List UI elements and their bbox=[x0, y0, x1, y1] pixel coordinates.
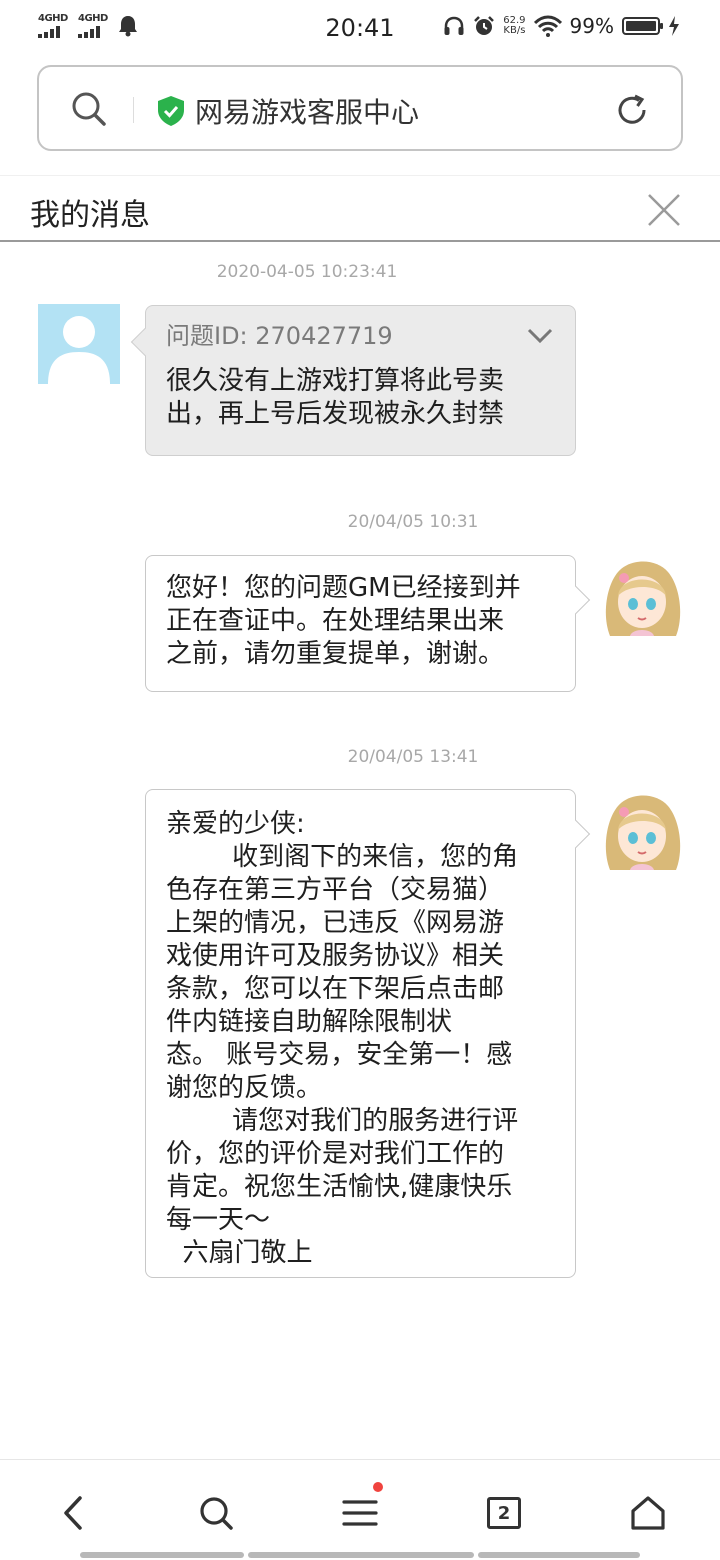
bottom-navigation: 2 bbox=[0, 1459, 720, 1560]
message-line: 价，您的评价是对我们工作的 bbox=[166, 1139, 505, 1169]
search-icon bbox=[200, 1497, 233, 1530]
tabs-button[interactable]: 2 bbox=[479, 1488, 529, 1538]
gm-girl-avatar-icon bbox=[605, 795, 681, 870]
charging-bolt-icon bbox=[669, 16, 679, 36]
message-line: 六扇门敬上 bbox=[166, 1238, 313, 1268]
message-timestamp: 2020-04-05 10:23:41 bbox=[216, 262, 398, 282]
page-title: 我的消息 bbox=[30, 198, 150, 233]
message-line: 件内链接自助解除限制状 bbox=[166, 1007, 453, 1037]
tab-count: 2 bbox=[487, 1497, 521, 1529]
question-id: 问题ID: 270427719 bbox=[166, 322, 393, 350]
wifi-icon bbox=[533, 15, 562, 37]
gesture-bar-right bbox=[478, 1552, 640, 1558]
gm-avatar bbox=[600, 556, 684, 636]
message-line: 色存在第三方平台（交易猫） bbox=[166, 875, 505, 905]
gm-avatar bbox=[600, 790, 684, 870]
message-line: 态。 账号交易，安全第一！感 bbox=[166, 1040, 513, 1070]
bubble-tail bbox=[561, 819, 591, 849]
message-timestamp: 20/04/05 13:41 bbox=[347, 747, 479, 767]
back-arrow-icon bbox=[64, 1496, 82, 1530]
menu-button[interactable] bbox=[335, 1482, 385, 1538]
message-line: 肯定。祝您生活愉快,健康快乐 bbox=[166, 1172, 513, 1202]
message-line: 收到阁下的来信，您的角 bbox=[166, 842, 519, 872]
speed-unit: KB/s bbox=[503, 25, 526, 36]
message-bubble-gm: 您好！您的问题GM已经接到并 正在查证中。在处理结果出来 之前，请勿重复提单，谢… bbox=[145, 555, 591, 692]
message-line: 戏使用许可及服务协议》相关 bbox=[166, 941, 505, 971]
message-line: 条款，您可以在下架后点击邮 bbox=[166, 974, 505, 1004]
message-line: 之前，请勿重复提单，谢谢。 bbox=[166, 639, 505, 669]
bubble-tail bbox=[130, 327, 160, 357]
message-bubble-user: 问题ID: 270427719 很久没有上游戏打算将此号卖 出，再上号后发现被永… bbox=[130, 305, 576, 456]
notification-dot bbox=[373, 1482, 383, 1492]
messages-header: 我的消息 bbox=[0, 176, 720, 242]
chevron-down-icon[interactable] bbox=[527, 326, 553, 346]
network-speed: 62.9 KB/s bbox=[503, 16, 525, 36]
headphones-icon bbox=[444, 16, 464, 35]
back-button[interactable] bbox=[48, 1488, 98, 1538]
message-line: 上架的情况，已违反《网易游 bbox=[166, 908, 505, 938]
address-divider bbox=[133, 97, 134, 123]
gesture-bar-left bbox=[80, 1552, 244, 1558]
home-icon bbox=[631, 1496, 665, 1530]
gesture-bar-center bbox=[248, 1552, 474, 1558]
message-line: 亲爱的少侠: bbox=[166, 809, 305, 839]
bubble-tail bbox=[561, 585, 591, 615]
message-line: 谢您的反馈。 bbox=[166, 1073, 323, 1103]
close-icon[interactable] bbox=[646, 192, 682, 228]
message-line: 每一天～ bbox=[166, 1205, 271, 1235]
menu-icon bbox=[342, 1500, 378, 1526]
message-line: 您好！您的问题GM已经接到并 bbox=[166, 573, 521, 603]
site-title[interactable]: 网易游戏客服中心 bbox=[195, 91, 419, 131]
message-line: 请您对我们的服务进行评 bbox=[166, 1106, 519, 1136]
user-avatar bbox=[38, 304, 120, 384]
status-right: 62.9 KB/s 99% bbox=[443, 14, 680, 38]
search-button[interactable] bbox=[191, 1488, 241, 1538]
alarm-icon bbox=[474, 16, 495, 35]
message-timestamp: 20/04/05 10:31 bbox=[347, 512, 479, 532]
message-line: 出，再上号后发现被永久封禁 bbox=[166, 399, 505, 429]
battery-percent: 99% bbox=[569, 14, 614, 38]
message-line: 很久没有上游戏打算将此号卖 bbox=[166, 366, 505, 396]
user-silhouette-icon bbox=[48, 316, 110, 384]
home-button[interactable] bbox=[623, 1488, 673, 1538]
battery-icon bbox=[622, 17, 663, 35]
address-bar[interactable]: 网易游戏客服中心 bbox=[37, 65, 683, 151]
status-bar: 4GHD 4GHD 20:41 62.9 KB/s 99% bbox=[0, 0, 720, 58]
search-icon[interactable] bbox=[71, 91, 107, 127]
gm-girl-avatar-icon bbox=[605, 561, 681, 636]
secure-shield-icon bbox=[158, 96, 184, 126]
message-line: 正在查证中。在处理结果出来 bbox=[166, 606, 505, 636]
message-bubble-gm: 亲爱的少侠: 收到阁下的来信，您的角 色存在第三方平台（交易猫） 上架的情况，已… bbox=[145, 789, 591, 1278]
battery-fill bbox=[626, 21, 656, 31]
refresh-icon[interactable] bbox=[613, 91, 651, 129]
